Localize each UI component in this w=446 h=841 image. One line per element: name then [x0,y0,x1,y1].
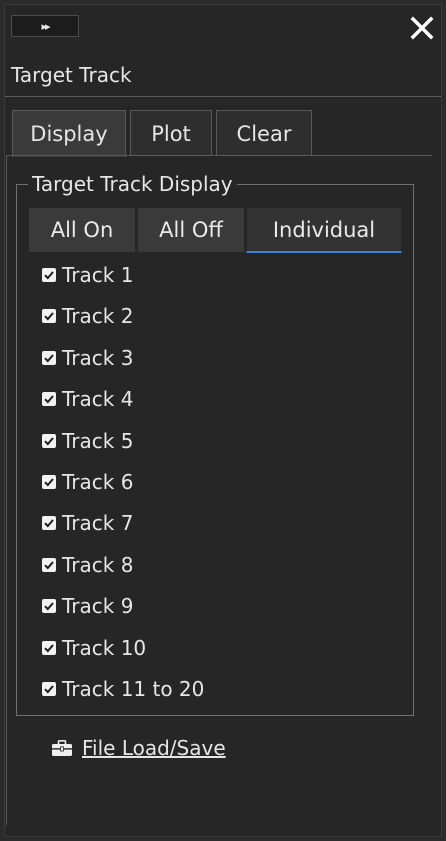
track-label: Track 3 [62,346,134,370]
checkbox-checked-icon[interactable] [42,268,56,282]
tab-label: Display [30,122,108,146]
panel-title: Target Track [11,63,132,87]
track-label: Track 7 [62,511,134,535]
file-load-save-label: File Load/Save [82,736,226,760]
checkbox-checked-icon[interactable] [42,558,56,572]
track-row[interactable]: Track 9 [42,587,133,625]
track-label: Track 10 [62,636,147,660]
track-row[interactable]: Track 1 [42,256,133,294]
file-load-save-link[interactable]: File Load/Save [52,736,226,760]
tab-clear[interactable]: Clear [216,110,312,156]
checkbox-checked-icon[interactable] [42,599,56,613]
tab-label: Plot [151,121,191,146]
checkbox-checked-icon[interactable] [42,516,56,530]
track-row[interactable]: Track 3 [42,339,133,377]
panel-header: Target Track [5,57,441,97]
track-row[interactable]: Track 7 [42,504,133,542]
track-label: Track 11 to 20 [62,677,205,701]
track-row[interactable]: Track 11 to 20 [42,670,204,708]
track-label: Track 2 [62,304,134,328]
checkbox-checked-icon[interactable] [42,475,56,489]
track-row[interactable]: Track 6 [42,463,133,501]
all-on-button[interactable]: All On [28,207,136,253]
close-button[interactable] [405,11,439,45]
track-label: Track 8 [62,553,134,577]
track-row[interactable]: Track 8 [42,546,133,584]
track-row[interactable]: Track 4 [42,380,133,418]
track-label: Track 6 [62,470,134,494]
checkbox-checked-icon[interactable] [42,309,56,323]
button-label: All On [50,218,114,242]
checkbox-checked-icon[interactable] [42,434,56,448]
track-row[interactable]: Track 10 [42,629,146,667]
track-label: Track 1 [62,263,134,287]
title-bar: ▸▸ [5,5,441,49]
checkbox-checked-icon[interactable] [42,392,56,406]
button-label: All Off [159,218,223,242]
button-label: Individual [272,217,376,242]
collapse-button[interactable]: ▸▸ [11,15,79,37]
track-row[interactable]: Track 5 [42,422,133,460]
track-label: Track 4 [62,387,134,411]
checkbox-checked-icon[interactable] [42,682,56,696]
track-row[interactable]: Track 2 [42,297,133,335]
tab-display[interactable]: Display [12,110,126,157]
individual-button[interactable]: Individual [246,207,402,253]
checkbox-checked-icon[interactable] [42,641,56,655]
group-title: Target Track Display [28,172,237,196]
track-label: Track 9 [62,594,134,618]
all-off-button[interactable]: All Off [137,207,245,253]
toolbox-icon [52,740,72,756]
double-chevron-right-icon: ▸▸ [41,19,50,33]
tab-plot[interactable]: Plot [130,110,212,156]
close-icon [410,16,434,40]
tab-label: Clear [236,121,292,146]
track-label: Track 5 [62,429,134,453]
checkbox-checked-icon[interactable] [42,351,56,365]
